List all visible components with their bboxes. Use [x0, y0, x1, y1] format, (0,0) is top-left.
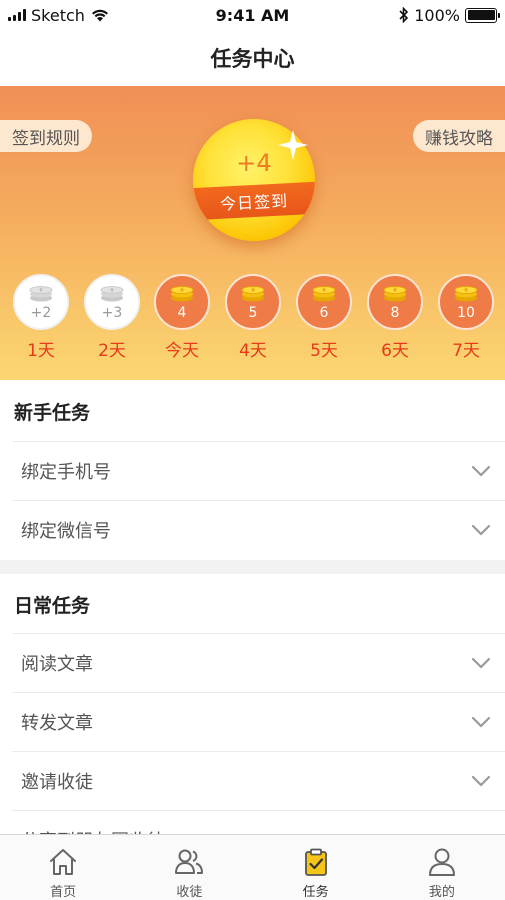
tab-label: 我的: [428, 885, 455, 900]
earning-guide-button[interactable]: 赚钱攻略: [413, 120, 505, 152]
day-value: +3: [101, 305, 123, 321]
task-row-read-article[interactable]: 阅读文章: [12, 633, 505, 692]
home-icon: [50, 849, 77, 875]
chevron-down-icon: [471, 524, 491, 536]
task-row-bind-wechat[interactable]: 绑定微信号: [12, 500, 505, 559]
day-circle: ¥ 4: [154, 274, 210, 330]
svg-text:¥: ¥: [39, 287, 43, 294]
day-label: 7天: [452, 341, 480, 361]
day-circle: ¥ 8: [367, 274, 423, 330]
svg-text:¥: ¥: [464, 287, 468, 294]
day-value: 4: [177, 305, 187, 321]
tab-tasks[interactable]: 任务: [253, 835, 379, 900]
day-item: ¥ 8 6天: [367, 274, 423, 361]
svg-text:¥: ¥: [110, 287, 114, 294]
page-title: 任务中心: [210, 47, 295, 71]
day-item: ¥ +3 2天: [84, 274, 140, 361]
day-label: 5天: [310, 341, 338, 361]
daily-section-title: 日常任务: [0, 574, 505, 634]
svg-text:¥: ¥: [180, 287, 184, 294]
day-item: ¥ 5 4天: [225, 274, 281, 361]
status-right: 100%: [399, 5, 500, 25]
chevron-down-icon: [471, 716, 491, 728]
day-label: 6天: [381, 341, 409, 361]
status-bar: Sketch 9:41 AM 100%: [0, 0, 505, 30]
day-value: +2: [30, 305, 52, 321]
coin-stack-icon: ¥: [29, 286, 53, 302]
task-label: 阅读文章: [21, 654, 93, 675]
tab-bar: 首页 收徒 任务 我的: [0, 834, 505, 900]
chevron-down-icon: [471, 465, 491, 477]
sparkle-icon: [278, 130, 308, 160]
checkin-ribbon: 今日签到: [193, 181, 315, 221]
day-item: ¥ +2 1天: [13, 274, 69, 361]
newbie-section-title: 新手任务: [0, 381, 505, 441]
battery-icon: [465, 7, 500, 23]
day-circle: ¥ +2: [13, 274, 69, 330]
task-label: 绑定微信号: [21, 521, 111, 542]
task-label: 转发文章: [21, 713, 93, 734]
checkin-rules-button[interactable]: 签到规则: [0, 120, 92, 152]
day-item: ¥ 6 5天: [296, 274, 352, 361]
tab-label: 任务: [302, 885, 329, 900]
day-label: 2天: [98, 341, 126, 361]
day-label: 4天: [239, 341, 267, 361]
task-row-invite-apprentice[interactable]: 邀请收徒: [12, 751, 505, 810]
nav-bar: 任务中心: [0, 30, 505, 86]
day-value: 6: [319, 305, 329, 321]
day-item-today[interactable]: ¥ 4 今天: [154, 274, 210, 361]
clipboard-check-icon: [304, 848, 327, 876]
day-value: 10: [457, 305, 475, 321]
task-row-share-article[interactable]: 转发文章: [12, 692, 505, 751]
svg-text:¥: ¥: [322, 287, 326, 294]
svg-text:¥: ¥: [251, 287, 255, 294]
tab-label: 收徒: [176, 885, 203, 900]
task-label: 邀请收徒: [21, 772, 93, 793]
day-label: 1天: [27, 341, 55, 361]
coin-stack-icon: ¥: [312, 286, 336, 302]
battery-fill: [467, 10, 495, 20]
day-label: 今天: [165, 341, 199, 361]
checkin-label: 今日签到: [219, 191, 289, 214]
day-circle: ¥ 5: [225, 274, 281, 330]
user-icon: [428, 848, 455, 876]
day-circle: ¥ 10: [438, 274, 494, 330]
coin-stack-icon: ¥: [383, 286, 407, 302]
coin-stack-icon: ¥: [454, 286, 478, 302]
users-icon: [175, 849, 204, 874]
tab-home[interactable]: 首页: [0, 835, 126, 900]
signal-icon: [8, 9, 26, 21]
day-value: 5: [248, 305, 258, 321]
chevron-down-icon: [471, 775, 491, 787]
battery-percent: 100%: [414, 5, 460, 25]
wifi-icon: [91, 9, 108, 22]
day-circle: ¥ 6: [296, 274, 352, 330]
status-left: Sketch: [8, 6, 110, 25]
tab-label: 首页: [50, 885, 77, 900]
svg-text:¥: ¥: [393, 287, 397, 294]
tab-apprentice[interactable]: 收徒: [126, 835, 252, 900]
coin-stack-icon: ¥: [170, 286, 194, 302]
checkin-hero: 签到规则 赚钱攻略 +4 今日签到 ¥ +2 1天 ¥ +3 2天 ¥ 4 今天: [0, 86, 505, 380]
day-value: 8: [390, 305, 400, 321]
bluetooth-icon: [399, 7, 409, 23]
section-divider: [0, 560, 505, 574]
coin-stack-icon: ¥: [241, 286, 265, 302]
task-row-bind-phone[interactable]: 绑定手机号: [12, 441, 505, 500]
coin-stack-icon: ¥: [100, 286, 124, 302]
day-item: ¥ 10 7天: [438, 274, 494, 361]
carrier-label: Sketch: [31, 5, 85, 25]
day-circle: ¥ +3: [84, 274, 140, 330]
chevron-down-icon: [471, 657, 491, 669]
tab-profile[interactable]: 我的: [379, 835, 505, 900]
task-label: 绑定手机号: [21, 462, 111, 483]
